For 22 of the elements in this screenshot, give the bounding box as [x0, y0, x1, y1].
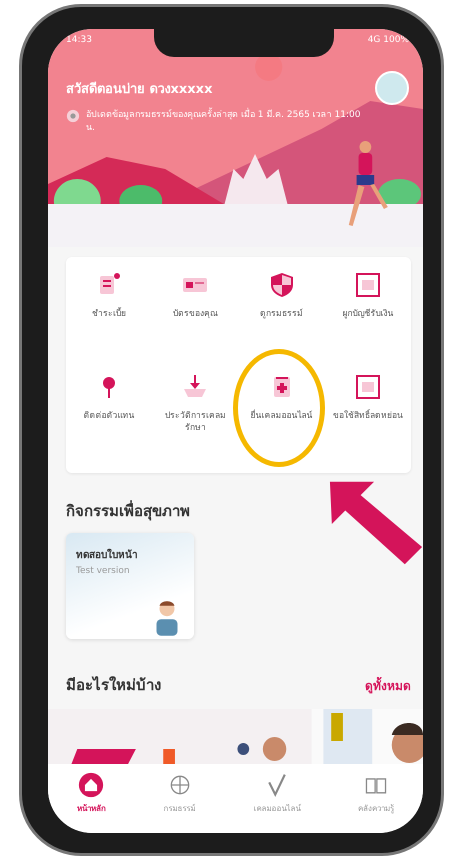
nav-tab[interactable]: หน้าหลัก: [76, 772, 106, 815]
section-title: มีอะไรใหม่บ้าง: [66, 675, 161, 696]
menu-item[interactable]: บัตรของคุณ: [152, 271, 238, 351]
calendar-icon: [354, 271, 382, 299]
greeting-text: สวัสดีตอนบ่าย ดวงxxxxx: [66, 80, 212, 98]
menu-item[interactable]: ยื่นเคลมออนไลน์: [238, 373, 325, 453]
status-time: 14:33: [66, 35, 92, 45]
activity-card[interactable]: ทดสอบใบหน้า Test version: [66, 533, 194, 639]
calendar-icon: [354, 373, 382, 401]
card-subtitle: Test version: [76, 566, 131, 576]
menu-item[interactable]: ชำระเบี้ย: [66, 271, 152, 351]
menu-item[interactable]: ติดต่อตัวแทน: [66, 373, 152, 453]
see-all-link[interactable]: ดูทั้งหมด: [365, 676, 411, 694]
home-icon: [78, 772, 104, 798]
info-icon: [66, 109, 80, 123]
menu-item[interactable]: ขอใช้สิทธิ์ลดหย่อน: [324, 373, 411, 453]
menu-item[interactable]: ประวัติการเคลม รักษา: [152, 373, 238, 453]
menu-item[interactable]: ผูกบัญชีรับเงิน: [324, 271, 411, 351]
card-title: ทดสอบใบหน้า: [76, 548, 139, 562]
menu-item[interactable]: ดูกรมธรรม์: [238, 271, 325, 351]
section-title: กิจกรรมเพื่อสุขภาพ: [66, 499, 190, 522]
update-info: อัปเดตข้อมูลกรมธรรม์ของคุณครั้งล่าสุด เมื่อ 1 มี.ค. 2565 เวลา 11:00 น.: [86, 109, 369, 134]
